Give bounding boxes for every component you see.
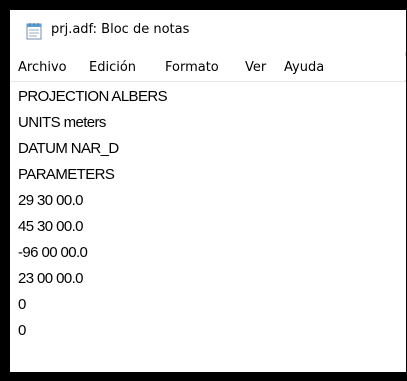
title-bar[interactable]: prj.adf: Bloc de notas (10, 10, 406, 52)
text-line: PARAMETERS (18, 166, 115, 183)
notepad-window: prj.adf: Bloc de notas Archivo Edición F… (10, 10, 406, 372)
notepad-icon (26, 22, 43, 40)
text-line: PROJECTION ALBERS (18, 88, 168, 105)
text-line: UNITS meters (18, 114, 106, 131)
text-line: -96 00 00.0 (18, 244, 88, 261)
text-line: 29 30 00.0 (18, 192, 84, 209)
menu-edicion[interactable]: Edición (89, 60, 136, 75)
menu-formato[interactable]: Formato (165, 60, 219, 75)
menu-archivo[interactable]: Archivo (18, 60, 67, 75)
text-line: 23 00 00.0 (18, 270, 84, 287)
text-line: DATUM NAR_D (18, 140, 119, 157)
text-line: 0 (18, 296, 26, 313)
text-line: 0 (18, 322, 26, 339)
menu-ver[interactable]: Ver (245, 60, 266, 75)
window-title: prj.adf: Bloc de notas (51, 22, 190, 37)
text-editor-area[interactable]: PROJECTION ALBERS UNITS meters DATUM NAR… (10, 82, 406, 372)
text-line: 45 30 00.0 (18, 218, 84, 235)
menu-bar: Archivo Edición Formato Ver Ayuda (10, 56, 406, 80)
menu-ayuda[interactable]: Ayuda (284, 60, 324, 75)
